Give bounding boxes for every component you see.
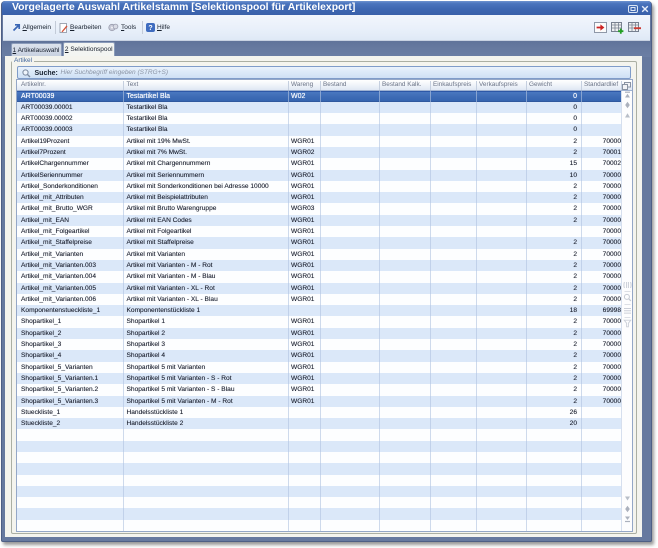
svg-text:?: ? — [148, 25, 152, 32]
